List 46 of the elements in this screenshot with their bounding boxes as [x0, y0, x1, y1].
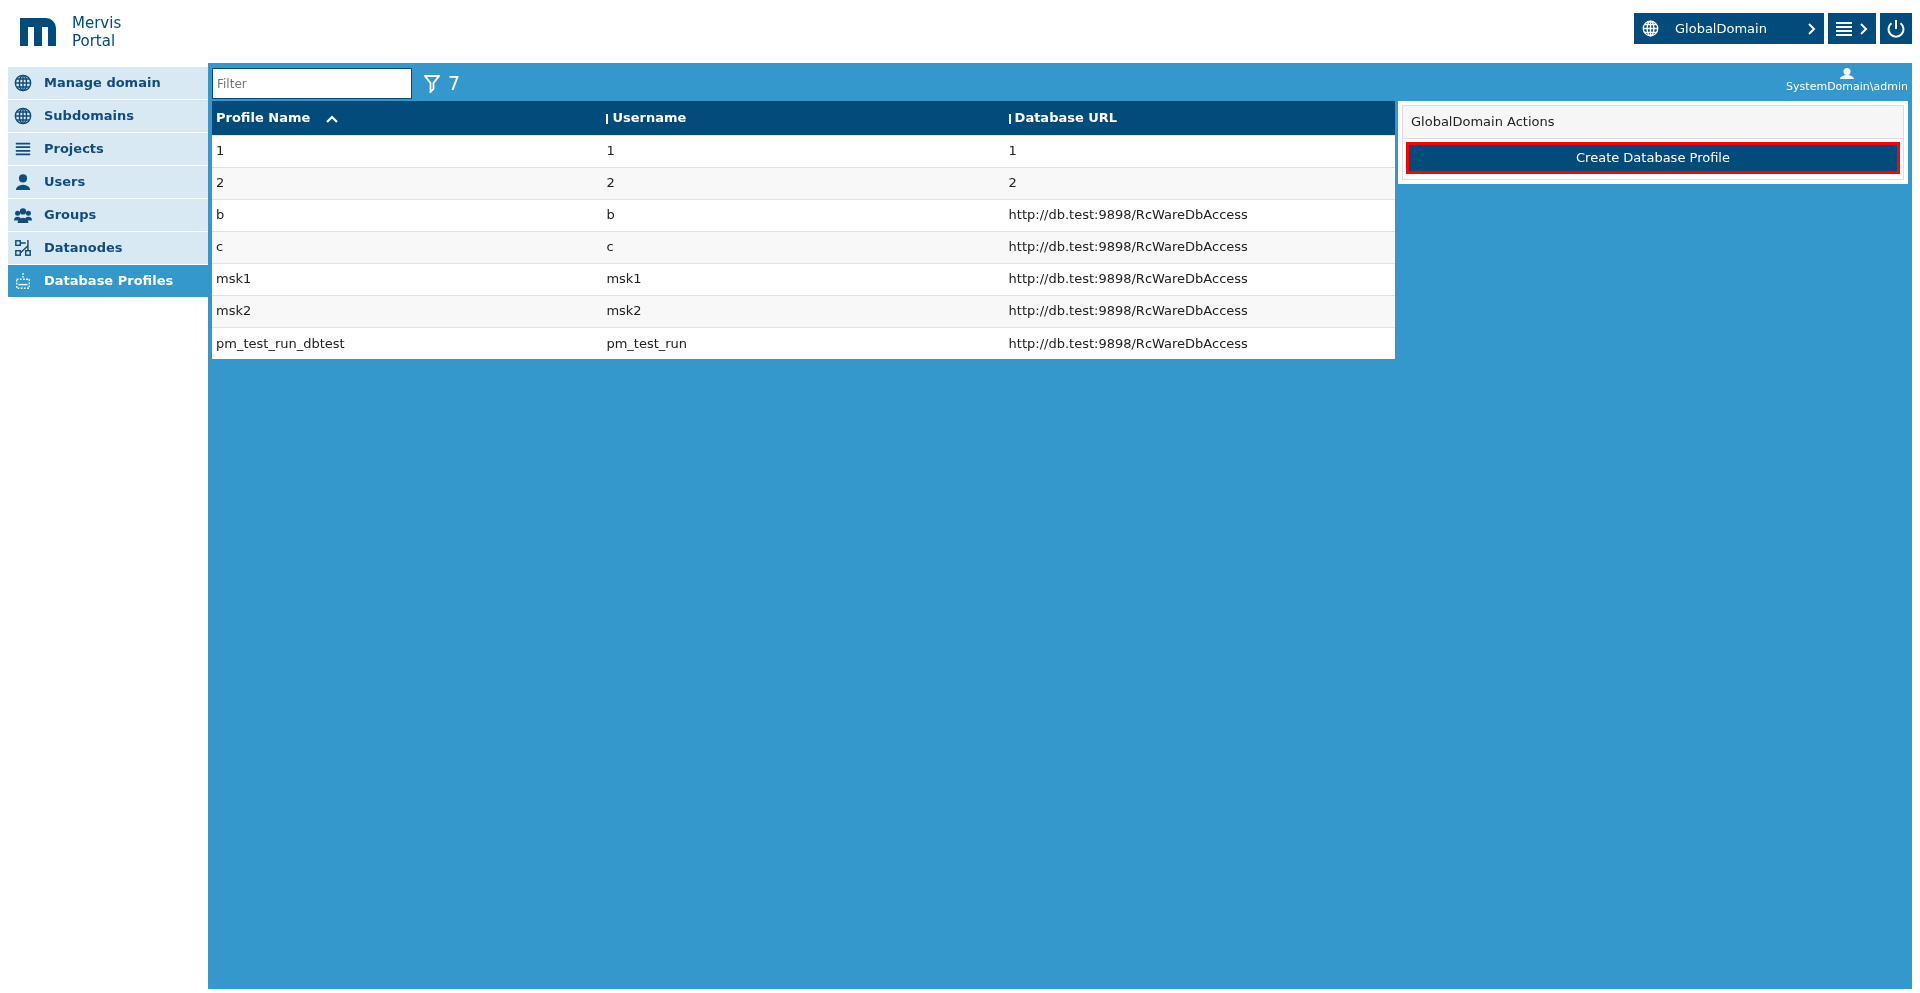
logo-icon	[20, 17, 56, 46]
filter-field[interactable]: Filter	[212, 68, 412, 99]
power-button[interactable]	[1880, 13, 1912, 44]
menu-icon	[1836, 21, 1852, 36]
column-header[interactable]: Username	[602, 101, 1005, 135]
chevron-right-icon	[1860, 22, 1868, 35]
power-icon	[1886, 18, 1906, 39]
table-cell: c	[602, 231, 1005, 263]
table-cell: 2	[602, 167, 1005, 199]
sidebar-item[interactable]: Manage domain	[8, 67, 208, 99]
table-cell: msk2	[212, 295, 603, 327]
user-name: SystemDomain\admin	[1786, 79, 1908, 95]
sidebar-item[interactable]: Users	[8, 166, 208, 198]
table-cell: pm_test_run_dbtest	[212, 327, 603, 359]
app-title: Portal	[72, 31, 117, 50]
column-header[interactable]: Profile Name	[212, 101, 603, 135]
actions-title: GlobalDomain Actions	[1402, 105, 1904, 139]
table-cell: http://db.test:9898/RcWareDbAccess	[1004, 295, 1395, 327]
globe-icon	[14, 107, 32, 125]
table-cell: http://db.test:9898/RcWareDbAccess	[1004, 231, 1395, 263]
user-icon	[14, 173, 32, 191]
menu-button[interactable]	[1828, 13, 1876, 44]
sidebar-item[interactable]: Projects	[8, 133, 208, 165]
domain-button[interactable]: GlobalDomain	[1634, 13, 1824, 44]
filter-icon	[424, 74, 440, 93]
sidebar-item[interactable]: Groups	[8, 199, 208, 231]
table-cell: 2	[212, 167, 603, 199]
table-cell: 2	[1004, 167, 1395, 199]
create-profile-button[interactable]: Create Database Profile	[1406, 141, 1900, 174]
result-count: 7	[448, 71, 461, 97]
table-cell: pm_test_run	[602, 327, 1005, 359]
globe-icon	[1642, 20, 1659, 37]
users-icon	[14, 206, 32, 224]
nodes-icon	[14, 239, 32, 257]
table-cell: msk2	[602, 295, 1005, 327]
sidebar-item[interactable]: Subdomains	[8, 100, 208, 132]
list-icon	[14, 140, 32, 158]
user-icon	[1840, 68, 1855, 79]
column-header[interactable]: Database URL	[1004, 101, 1395, 135]
app-title: Mervis	[72, 13, 122, 32]
sidebar-item[interactable]: Datanodes	[8, 232, 208, 264]
globe-icon	[14, 74, 32, 92]
chevron-right-icon	[1808, 22, 1816, 35]
database-icon	[14, 272, 32, 290]
table-cell: http://db.test:9898/RcWareDbAccess	[1004, 327, 1395, 359]
table-cell: c	[212, 231, 603, 263]
